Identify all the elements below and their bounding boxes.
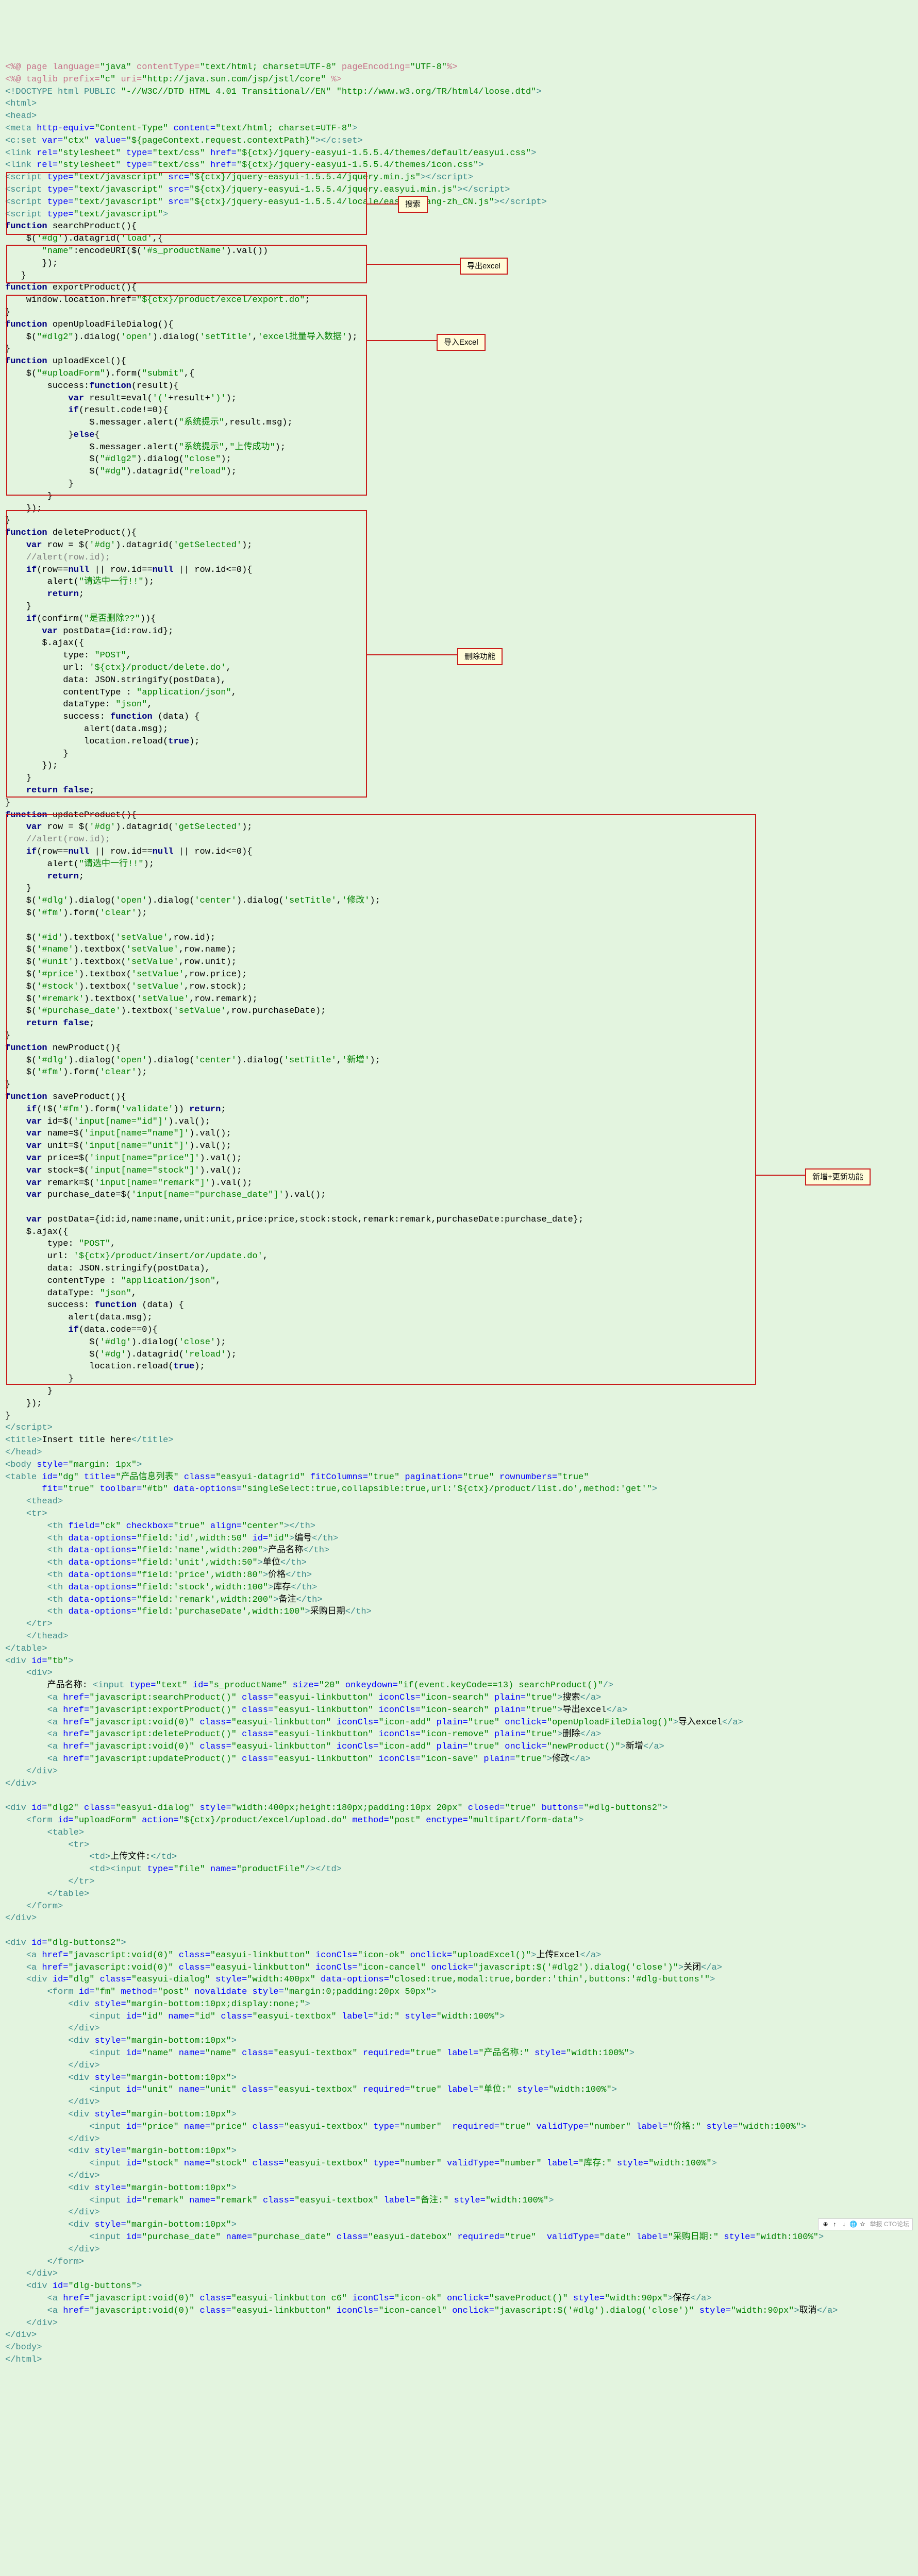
search-label: 搜索: [398, 196, 428, 213]
delete-line: [367, 654, 457, 655]
export-label: 导出excel: [460, 258, 508, 275]
import-label: 导入Excel: [437, 334, 486, 351]
addupdate-line: [756, 1175, 805, 1176]
share-icon[interactable]: ⊕: [822, 2221, 830, 2229]
delete-label: 删除功能: [457, 648, 503, 665]
search-line: [367, 204, 398, 205]
up-icon[interactable]: ↑: [831, 2221, 839, 2229]
code-area: <%@ page language="java" contentType="te…: [0, 49, 918, 2366]
globe-icon[interactable]: 🌐: [849, 2221, 858, 2229]
import-line: [367, 340, 437, 341]
bottom-text[interactable]: 举报 CTO论坛: [870, 2220, 909, 2229]
down-icon[interactable]: ↓: [840, 2221, 848, 2229]
bottom-toolbar: ⊕ ↑ ↓ 🌐 ☆ 举报 CTO论坛: [818, 2218, 913, 2230]
export-line: [367, 264, 460, 265]
addupdate-label: 新增+更新功能: [805, 1168, 871, 1185]
star-icon[interactable]: ☆: [859, 2221, 867, 2229]
